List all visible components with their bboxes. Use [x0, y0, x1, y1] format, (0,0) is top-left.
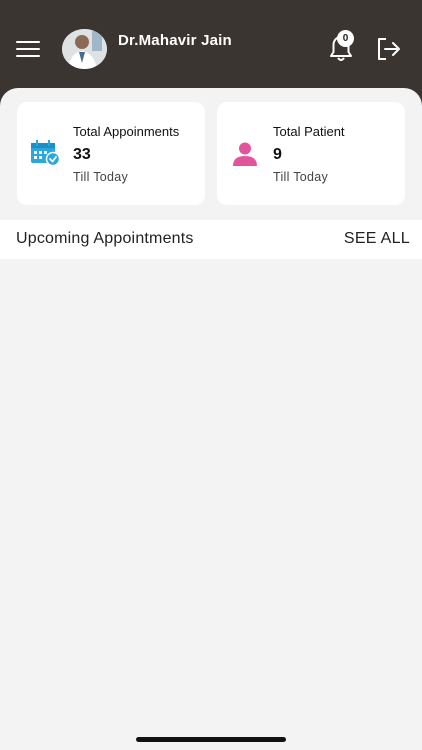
card-title: Total Patient [273, 124, 345, 139]
notification-badge: 0 [337, 30, 354, 47]
person-icon [233, 142, 257, 166]
logout-icon[interactable] [376, 37, 401, 61]
see-all-link[interactable]: SEE ALL [344, 230, 410, 248]
home-indicator[interactable] [136, 737, 286, 742]
card-subtitle: Till Today [73, 170, 129, 184]
hamburger-menu-icon[interactable] [16, 39, 40, 59]
card-count: 9 [273, 146, 282, 163]
total-patient-card[interactable]: Total Patient 9 Till Today [217, 102, 405, 205]
calendar-check-icon [31, 140, 60, 166]
card-count: 33 [73, 146, 91, 163]
section-title: Upcoming Appointments [16, 230, 194, 247]
avatar[interactable] [62, 29, 107, 69]
card-subtitle: Till Today [273, 170, 329, 184]
upcoming-appointments-header: Upcoming Appointments SEE ALL [0, 220, 422, 259]
total-appointments-card[interactable]: Total Appoinments 33 Till Today [17, 102, 205, 205]
doctor-name: Dr.Mahavir Jain [118, 32, 232, 49]
content-sheet: Total Appoinments 33 Till Today Total Pa… [0, 88, 422, 750]
card-title: Total Appoinments [73, 124, 180, 139]
